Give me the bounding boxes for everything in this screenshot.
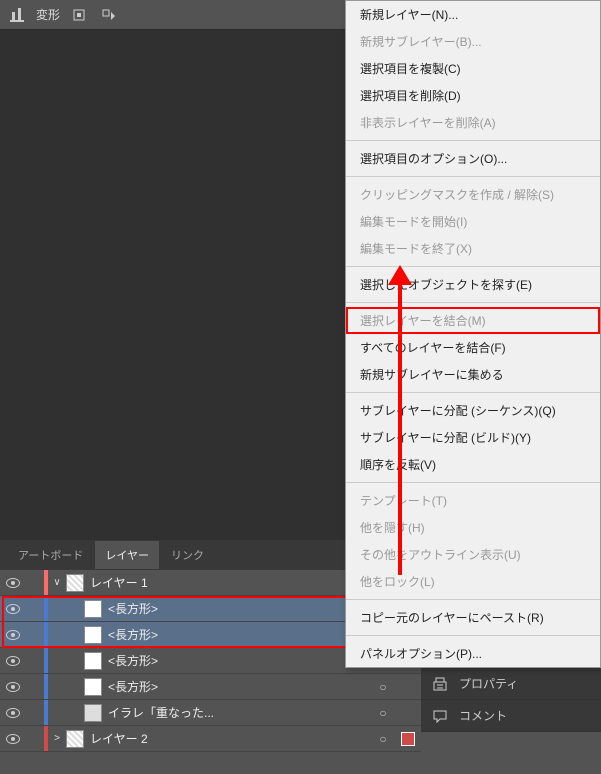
align-bottom-icon[interactable] (6, 4, 28, 26)
menu-separator (346, 392, 600, 393)
menu-separator (346, 266, 600, 267)
menu-item[interactable]: 新規サブレイヤーに集める (346, 361, 600, 388)
layer-thumbnail (84, 600, 102, 618)
side-panel-item[interactable]: コメント (421, 700, 601, 732)
target-indicator[interactable]: ○ (371, 706, 395, 720)
menu-item[interactable]: サブレイヤーに分配 (シーケンス)(Q) (346, 397, 600, 424)
menu-item[interactable]: 選択項目を複製(C) (346, 55, 600, 82)
menu-item[interactable]: 選択したオブジェクトを探す(E) (346, 271, 600, 298)
layer-color-bar (44, 648, 48, 673)
selection-square[interactable] (401, 732, 415, 746)
visibility-toggle[interactable] (0, 578, 26, 588)
visibility-toggle[interactable] (0, 630, 26, 640)
layer-name[interactable]: <長方形> (108, 652, 371, 669)
selection-square[interactable] (401, 680, 415, 694)
layer-name[interactable]: <長方形> (108, 626, 371, 643)
layer-name[interactable]: レイヤー 2 (90, 730, 371, 747)
tab-artboard[interactable]: アートボード (8, 541, 93, 569)
layer-row[interactable]: <長方形>○ (0, 674, 421, 700)
visibility-toggle[interactable] (0, 734, 26, 744)
side-panel-item[interactable]: プロパティ (421, 668, 601, 700)
layer-thumbnail (84, 652, 102, 670)
layer-thumbnail (84, 626, 102, 644)
side-item-label: コメント (459, 707, 507, 724)
layer-thumbnail (66, 730, 84, 748)
menu-item: 選択レイヤーを結合(M) (346, 307, 600, 334)
side-item-label: プロパティ (459, 675, 518, 692)
menu-item[interactable]: コピー元のレイヤーにペースト(R) (346, 604, 600, 631)
menu-item: 新規サブレイヤー(B)... (346, 28, 600, 55)
panel-icon (431, 675, 449, 693)
layer-color-bar (44, 674, 48, 699)
menu-item: その他をアウトライン表示(U) (346, 541, 600, 568)
menu-separator (346, 482, 600, 483)
transform-label: 変形 (36, 6, 60, 23)
menu-item: 他をロック(L) (346, 568, 600, 595)
layer-name[interactable]: <長方形> (108, 678, 371, 695)
layer-color-bar (44, 700, 48, 725)
menu-item[interactable]: 新規レイヤー(N)... (346, 1, 600, 28)
menu-item: 編集モードを開始(I) (346, 208, 600, 235)
visibility-toggle[interactable] (0, 708, 26, 718)
tab-layers[interactable]: レイヤー (95, 541, 159, 569)
menu-separator (346, 140, 600, 141)
layer-color-bar (44, 596, 48, 621)
layer-row[interactable]: > レイヤー 2○ (0, 726, 421, 752)
selection-square[interactable] (401, 706, 415, 720)
menu-separator (346, 176, 600, 177)
menu-item: テンプレート(T) (346, 487, 600, 514)
layer-row[interactable]: イラレ「重なった...○ (0, 700, 421, 726)
layer-thumbnail (84, 678, 102, 696)
menu-separator (346, 302, 600, 303)
menu-item[interactable]: 順序を反転(V) (346, 451, 600, 478)
menu-separator (346, 635, 600, 636)
visibility-toggle[interactable] (0, 656, 26, 666)
menu-item[interactable]: サブレイヤーに分配 (ビルド)(Y) (346, 424, 600, 451)
visibility-toggle[interactable] (0, 604, 26, 614)
layer-name[interactable]: レイヤー 1 (90, 574, 371, 591)
menu-item: 編集モードを終了(X) (346, 235, 600, 262)
target-indicator[interactable]: ○ (371, 732, 395, 746)
panel-icon (431, 707, 449, 725)
menu-item[interactable]: すべてのレイヤーを結合(F) (346, 334, 600, 361)
menu-item: 非表示レイヤーを削除(A) (346, 109, 600, 136)
crop-icon[interactable] (68, 4, 90, 26)
layer-name[interactable]: イラレ「重なった... (108, 704, 371, 721)
menu-item[interactable]: 選択項目を削除(D) (346, 82, 600, 109)
menu-separator (346, 599, 600, 600)
menu-item[interactable]: パネルオプション(P)... (346, 640, 600, 667)
menu-item: クリッピングマスクを作成 / 解除(S) (346, 181, 600, 208)
expand-toggle[interactable]: ∨ (48, 577, 66, 588)
menu-item[interactable]: 選択項目のオプション(O)... (346, 145, 600, 172)
menu-item: 他を隠す(H) (346, 514, 600, 541)
layer-thumbnail (84, 704, 102, 722)
layer-name[interactable]: <長方形> (108, 600, 371, 617)
tab-links[interactable]: リンク (161, 541, 214, 569)
layer-thumbnail (66, 574, 84, 592)
layer-color-bar (44, 622, 48, 647)
more-options-icon[interactable] (98, 4, 120, 26)
expand-toggle[interactable]: > (48, 733, 66, 744)
target-indicator[interactable]: ○ (371, 680, 395, 694)
visibility-toggle[interactable] (0, 682, 26, 692)
layer-context-menu: 新規レイヤー(N)...新規サブレイヤー(B)...選択項目を複製(C)選択項目… (345, 0, 601, 668)
